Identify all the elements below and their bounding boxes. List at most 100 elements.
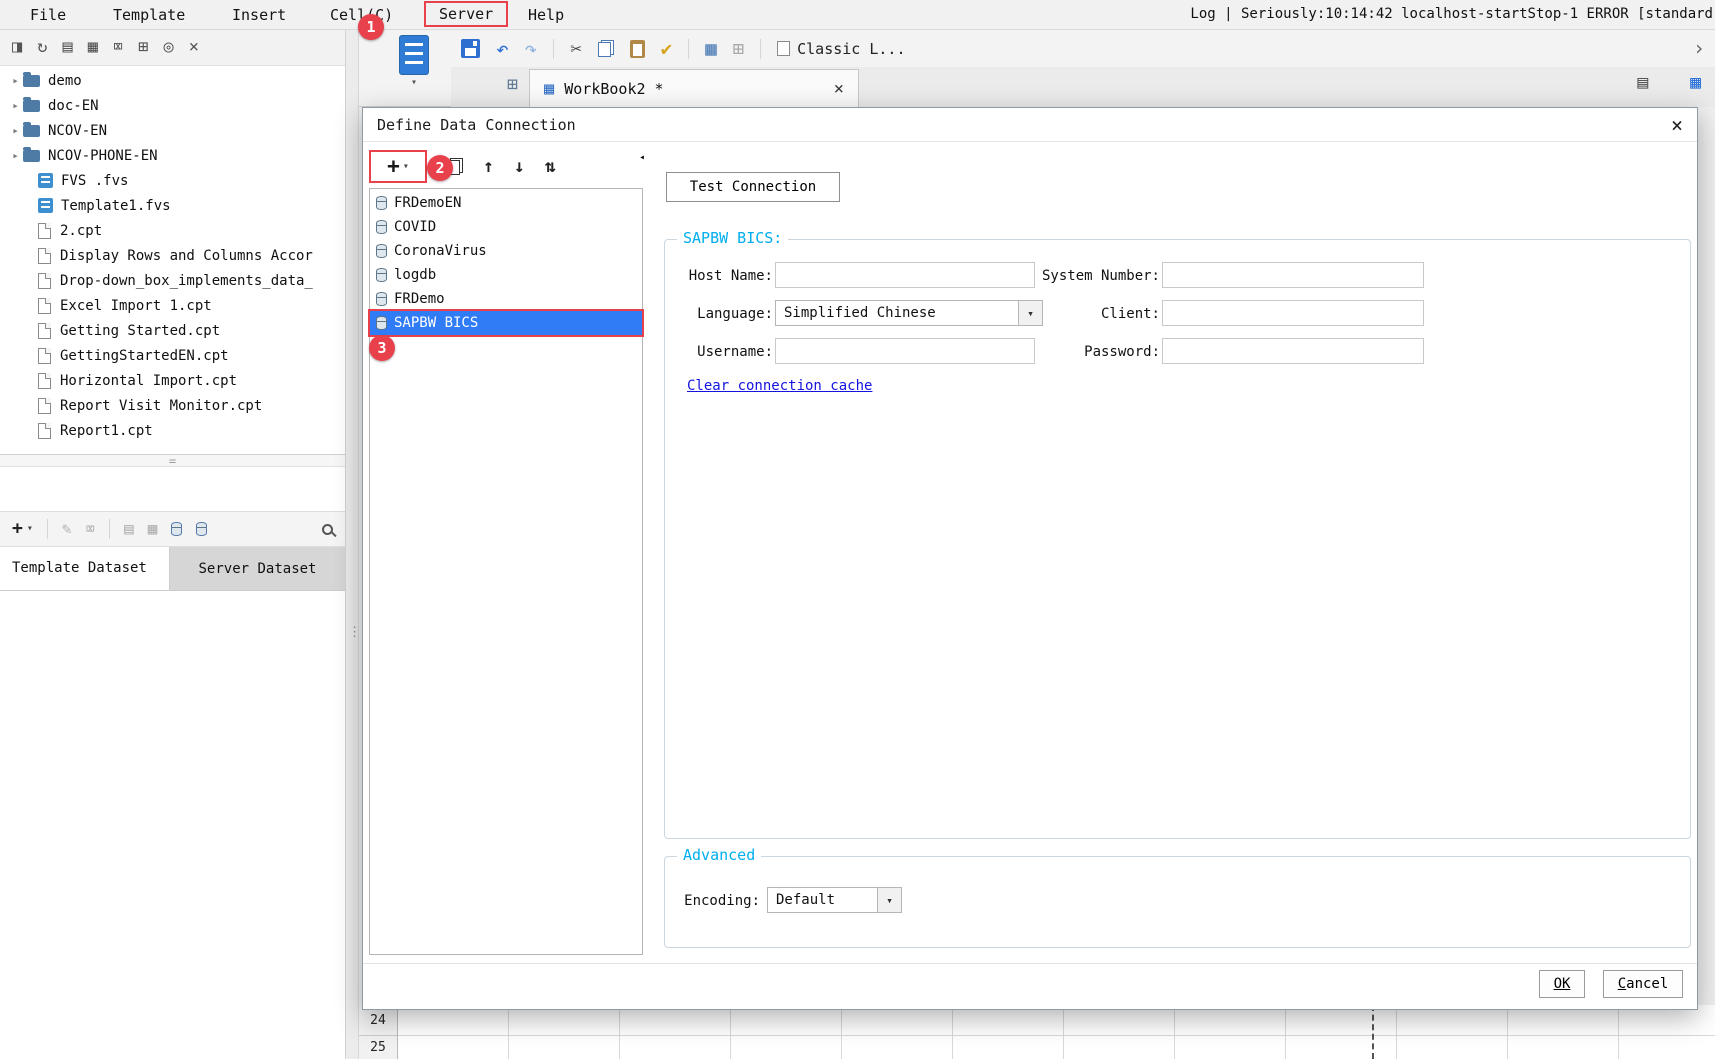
locate-icon[interactable]: ◎ — [164, 39, 174, 56]
database-icon[interactable] — [196, 522, 208, 536]
sort-icon[interactable]: ⇅ — [545, 156, 556, 177]
new-workbook-icon[interactable]: ⊞ — [507, 76, 518, 94]
template-folder-icon[interactable]: ▦ — [88, 39, 98, 56]
tree-item-file[interactable]: 2.cpt — [0, 218, 345, 243]
tree-item-folder[interactable]: ▸ doc-EN — [0, 93, 345, 118]
cancel-button[interactable]: Cancel — [1603, 970, 1683, 998]
connection-item[interactable]: logdb — [370, 263, 642, 287]
row-header-25[interactable]: 25 — [359, 1036, 397, 1059]
client-input[interactable] — [1162, 300, 1424, 326]
tree-item-file[interactable]: Report1.cpt — [0, 418, 345, 443]
style-dropdown[interactable]: Classic L... — [777, 40, 906, 58]
add-dataset-caret-icon[interactable]: ▾ — [27, 524, 33, 534]
username-input[interactable] — [775, 338, 1035, 364]
clear-connection-cache-link[interactable]: Clear connection cache — [687, 378, 872, 394]
tree-item-file[interactable]: Excel Import 1.cpt — [0, 293, 345, 318]
cut-button[interactable]: ✂ — [570, 38, 581, 60]
username-label: Username: — [697, 344, 773, 360]
save-button[interactable] — [461, 39, 480, 58]
add-connection-button[interactable]: + ▾ — [369, 149, 427, 183]
sheet-grid[interactable] — [398, 1005, 1715, 1059]
chevron-down-icon[interactable]: ▾ — [1018, 301, 1042, 325]
tree-item-file[interactable]: FVS .fvs — [0, 168, 345, 193]
expand-arrow-icon[interactable]: ▸ — [8, 99, 23, 112]
tab-server-dataset[interactable]: Server Dataset — [170, 547, 345, 590]
tree-item-folder[interactable]: ▸ NCOV-EN — [0, 118, 345, 143]
tree-item-label: Template1.fvs — [61, 197, 171, 214]
copy-icon[interactable]: ⊞ — [138, 39, 148, 56]
language-select[interactable]: Simplified Chinese ▾ — [775, 300, 1043, 326]
host-name-input[interactable] — [775, 262, 1035, 288]
tab-label: Server Dataset — [198, 560, 317, 577]
connection-item[interactable]: FRDemo — [370, 287, 642, 311]
tree-panel-splitter[interactable]: = — [0, 454, 345, 468]
cpt-file-icon — [38, 322, 51, 339]
tree-item-file[interactable]: GettingStartedEN.cpt — [0, 343, 345, 368]
connection-item[interactable]: CoronaVirus — [370, 239, 642, 263]
expand-arrow-icon[interactable]: ▸ — [8, 149, 23, 162]
preview-icon[interactable]: ▤ — [63, 39, 73, 56]
edit-dataset-icon[interactable]: ✎ — [62, 521, 72, 537]
expand-arrow-icon[interactable]: ▸ — [8, 124, 23, 137]
delete-icon[interactable]: ⌧ — [113, 39, 123, 56]
ok-button[interactable]: OK — [1539, 970, 1585, 998]
connection-item[interactable]: COVID — [370, 215, 642, 239]
tab-workbook2[interactable]: ▦ WorkBook2 * × — [529, 69, 859, 107]
chevron-down-icon[interactable]: ▾ — [877, 888, 901, 912]
tree-item-file[interactable]: Horizontal Import.cpt — [0, 368, 345, 393]
format-painter-button[interactable]: ✔ — [661, 38, 672, 60]
tree-item-label: NCOV-EN — [48, 122, 108, 139]
dialog-title-bar[interactable]: Define Data Connection × — [363, 108, 1697, 142]
connection-item[interactable]: FRDemoEN — [370, 191, 642, 215]
password-input[interactable] — [1162, 338, 1424, 364]
delete-dataset-icon[interactable]: ⌧ — [86, 521, 96, 537]
tab-label: Template Dataset — [12, 560, 147, 577]
merge-cell-icon[interactable]: ⊞ — [733, 38, 744, 60]
dialog-close-icon[interactable]: × — [1671, 113, 1683, 137]
template-file-tree: ▸ demo ▸ doc-EN ▸ NCOV-EN ▸ NCOV-PHONE-E… — [0, 68, 345, 456]
system-number-input[interactable] — [1162, 262, 1424, 288]
tab-close-icon[interactable]: × — [834, 79, 844, 99]
tree-item-file[interactable]: Report Visit Monitor.cpt — [0, 393, 345, 418]
tree-item-file[interactable]: Template1.fvs — [0, 193, 345, 218]
move-down-icon[interactable]: ↓ — [514, 156, 525, 177]
preview-dataset-icon[interactable]: ▤ — [124, 521, 134, 537]
move-up-icon[interactable]: ↑ — [483, 156, 494, 177]
tree-item-file[interactable]: Getting Started.cpt — [0, 318, 345, 343]
refresh-icon[interactable]: ↻ — [37, 39, 47, 56]
tree-item-file[interactable]: Drop-down_box_implements_data_ — [0, 268, 345, 293]
database-icon[interactable] — [171, 522, 183, 536]
page-setup-icon[interactable]: ▤ — [1637, 74, 1648, 92]
grid-view-icon[interactable]: ▦ — [1690, 74, 1701, 92]
dataset-settings-icon[interactable]: ▦ — [148, 521, 158, 537]
toolbar-overflow-chevron-icon[interactable]: › — [1693, 38, 1705, 58]
menu-insert[interactable]: Insert — [232, 6, 286, 24]
tree-item-label: 2.cpt — [60, 222, 103, 239]
tree-item-file[interactable]: Display Rows and Columns Accor — [0, 243, 345, 268]
copy-button[interactable] — [597, 40, 614, 57]
paste-button[interactable] — [629, 39, 645, 58]
cell-edit-icon[interactable]: ▦ — [705, 38, 716, 60]
menu-template[interactable]: Template — [113, 6, 185, 24]
menu-help[interactable]: Help — [528, 6, 564, 24]
tab-template-dataset[interactable]: Template Dataset — [0, 547, 170, 590]
tree-item-folder[interactable]: ▸ NCOV-PHONE-EN — [0, 143, 345, 168]
template-web-attributes-button[interactable]: ▾ — [391, 35, 437, 101]
encoding-select[interactable]: Default ▾ — [767, 887, 902, 913]
menu-server[interactable]: Server — [424, 1, 509, 27]
panel-collapse-icon[interactable]: ◂ — [639, 152, 645, 163]
connection-item-selected[interactable]: SAPBW BICS — [368, 309, 644, 337]
test-connection-button[interactable]: Test Connection — [666, 172, 840, 202]
switch-pane-icon[interactable]: ◨ — [12, 39, 22, 56]
undo-button[interactable]: ↶ — [496, 37, 509, 61]
redo-button[interactable]: ↷ — [525, 37, 538, 61]
sidebar-splitter[interactable]: ⋮ — [346, 30, 361, 1059]
expand-arrow-icon[interactable]: ▸ — [8, 74, 23, 87]
cpt-file-icon — [38, 222, 51, 239]
tree-item-folder[interactable]: ▸ demo — [0, 68, 345, 93]
menu-file[interactable]: File — [30, 6, 66, 24]
tab-label: WorkBook2 * — [564, 79, 664, 98]
close-icon[interactable]: × — [189, 39, 199, 56]
search-icon[interactable] — [322, 523, 333, 535]
add-dataset-icon[interactable]: + — [12, 520, 23, 538]
